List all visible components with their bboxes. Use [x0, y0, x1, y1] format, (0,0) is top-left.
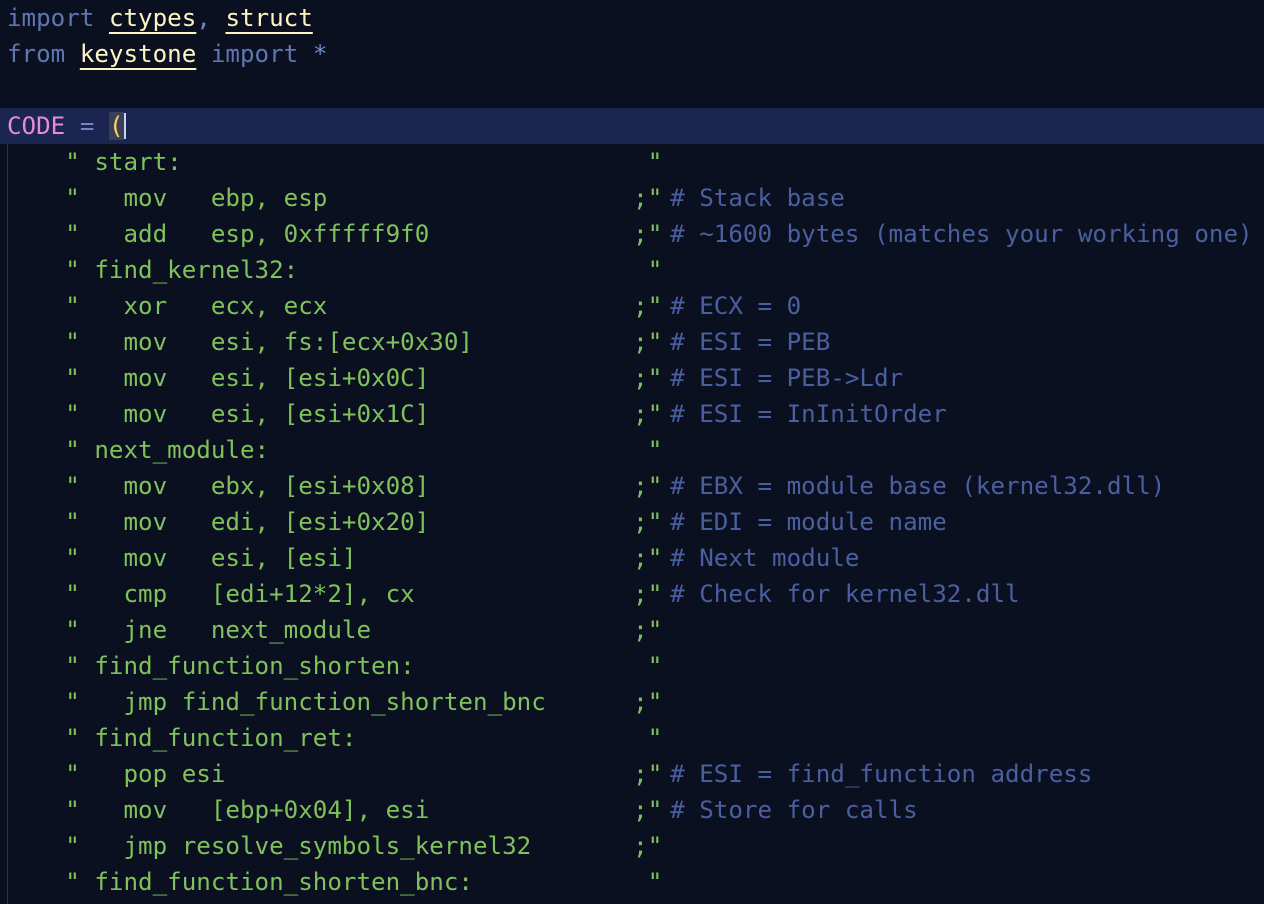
asm-string: " mov esi, [esi+0x0C] ;" [7, 364, 663, 392]
asm-line[interactable]: " find_function_shorten: " [7, 648, 1257, 684]
asm-line[interactable]: " pop esi ;" # ESI = find_function addre… [7, 756, 1257, 792]
asm-string: " jmp resolve_symbols_kernel32 ;" [7, 832, 663, 860]
asm-string: " next_module: " [7, 436, 663, 464]
current-line-highlight [0, 108, 1264, 144]
asm-line[interactable]: " mov esi, [esi] ;" # Next module [7, 540, 1257, 576]
asm-string: " mov esi, [esi+0x1C] ;" [7, 400, 663, 428]
asm-line[interactable]: " jmp resolve_symbols_kernel32 ;" [7, 828, 1257, 864]
asm-comment: # Next module [641, 544, 860, 572]
asm-comment: # EBX = module base (kernel32.dll) [641, 472, 1166, 500]
asm-string: " mov ebx, [esi+0x08] ;" [7, 472, 663, 500]
asm-line[interactable]: " jmp find_function_shorten_bnc ;" [7, 684, 1257, 720]
asm-comment: # Store for calls [641, 796, 918, 824]
asm-string: " mov ebp, esp ;" [7, 184, 663, 212]
asm-comment: # ~1600 bytes (matches your working one) [641, 220, 1253, 248]
asm-line[interactable]: " find_function_ret: " [7, 720, 1257, 756]
asm-line[interactable]: " mov esi, [esi+0x1C] ;" # ESI = InInitO… [7, 396, 1257, 432]
asm-comment: # ESI = InInitOrder [641, 400, 947, 428]
keyword-import: import [210, 40, 299, 68]
keyword-import: import [7, 4, 95, 32]
asm-line[interactable]: " mov [ebp+0x04], esi ;" # Store for cal… [7, 792, 1257, 828]
asm-comment: # Stack base [641, 184, 845, 212]
module-keystone[interactable]: keystone [80, 40, 197, 68]
asm-line[interactable]: " cmp [edi+12*2], cx ;" # Check for kern… [7, 576, 1257, 612]
asm-string: " find_kernel32: " [7, 256, 663, 284]
asm-line[interactable]: " mov esi, [esi+0x0C] ;" # ESI = PEB->Ld… [7, 360, 1257, 396]
code-editor[interactable]: import ctypes, struct from keystone impo… [0, 0, 1264, 904]
asm-string: " xor ecx, ecx ;" [7, 292, 663, 320]
equals-operator: = [79, 112, 95, 140]
asm-string: " cmp [edi+12*2], cx ;" [7, 580, 663, 608]
asm-string: " pop esi ;" [7, 760, 663, 788]
module-ctypes[interactable]: ctypes [109, 4, 196, 32]
asm-line[interactable]: " mov edi, [esi+0x20] ;" # EDI = module … [7, 504, 1257, 540]
asm-string: " mov edi, [esi+0x20] ;" [7, 508, 663, 536]
asm-line[interactable]: " jne next_module ;" [7, 612, 1257, 648]
open-paren: ( [108, 112, 124, 140]
asm-line[interactable]: " find_kernel32: " [7, 252, 1257, 288]
asm-string: " mov esi, [esi] ;" [7, 544, 663, 572]
asm-line[interactable]: " xor ecx, ecx ;" # ECX = 0 [7, 288, 1257, 324]
asm-comment: # EDI = module name [641, 508, 947, 536]
text-cursor [123, 113, 126, 139]
code-line-2[interactable]: from keystone import * [7, 36, 327, 72]
asm-line[interactable]: " find_function_shorten_bnc: " [7, 864, 1257, 900]
asm-comment: # ESI = PEB->Ldr [641, 364, 904, 392]
wildcard-star: * [312, 40, 328, 68]
variable-code: CODE [7, 112, 66, 140]
asm-string: " start: " [7, 148, 663, 176]
asm-line[interactable]: " start: " [7, 144, 1257, 180]
asm-comment: # Check for kernel32.dll [641, 580, 1020, 608]
asm-string: " find_function_ret: " [7, 724, 663, 752]
asm-string: " find_function_shorten: " [7, 652, 663, 680]
asm-line[interactable]: " mov ebp, esp ;" # Stack base [7, 180, 1257, 216]
asm-line[interactable]: " add esp, 0xfffff9f0 ;" # ~1600 bytes (… [7, 216, 1257, 252]
asm-comment: # ESI = PEB [641, 328, 831, 356]
asm-line[interactable]: " mov esi, fs:[ecx+0x30] ;" # ESI = PEB [7, 324, 1257, 360]
asm-string: " jmp find_function_shorten_bnc ;" [7, 688, 663, 716]
asm-string: " mov esi, fs:[ecx+0x30] ;" [7, 328, 663, 356]
asm-string: " mov [ebp+0x04], esi ;" [7, 796, 663, 824]
keyword-from: from [7, 40, 66, 68]
asm-comment: # ECX = 0 [641, 292, 802, 320]
asm-string: " jne next_module ;" [7, 616, 663, 644]
asm-line[interactable]: " next_module: " [7, 432, 1257, 468]
code-line-code-assign[interactable]: CODE = ( [7, 108, 126, 144]
code-line-1[interactable]: import ctypes, struct [7, 0, 313, 36]
asm-string: " find_function_shorten_bnc: " [7, 868, 663, 896]
asm-comment: # ESI = find_function address [641, 760, 1093, 788]
module-struct[interactable]: struct [225, 4, 312, 32]
comma: , [196, 4, 211, 32]
asm-string: " add esp, 0xfffff9f0 ;" [7, 220, 663, 248]
asm-line[interactable]: " mov ebx, [esi+0x08] ;" # EBX = module … [7, 468, 1257, 504]
